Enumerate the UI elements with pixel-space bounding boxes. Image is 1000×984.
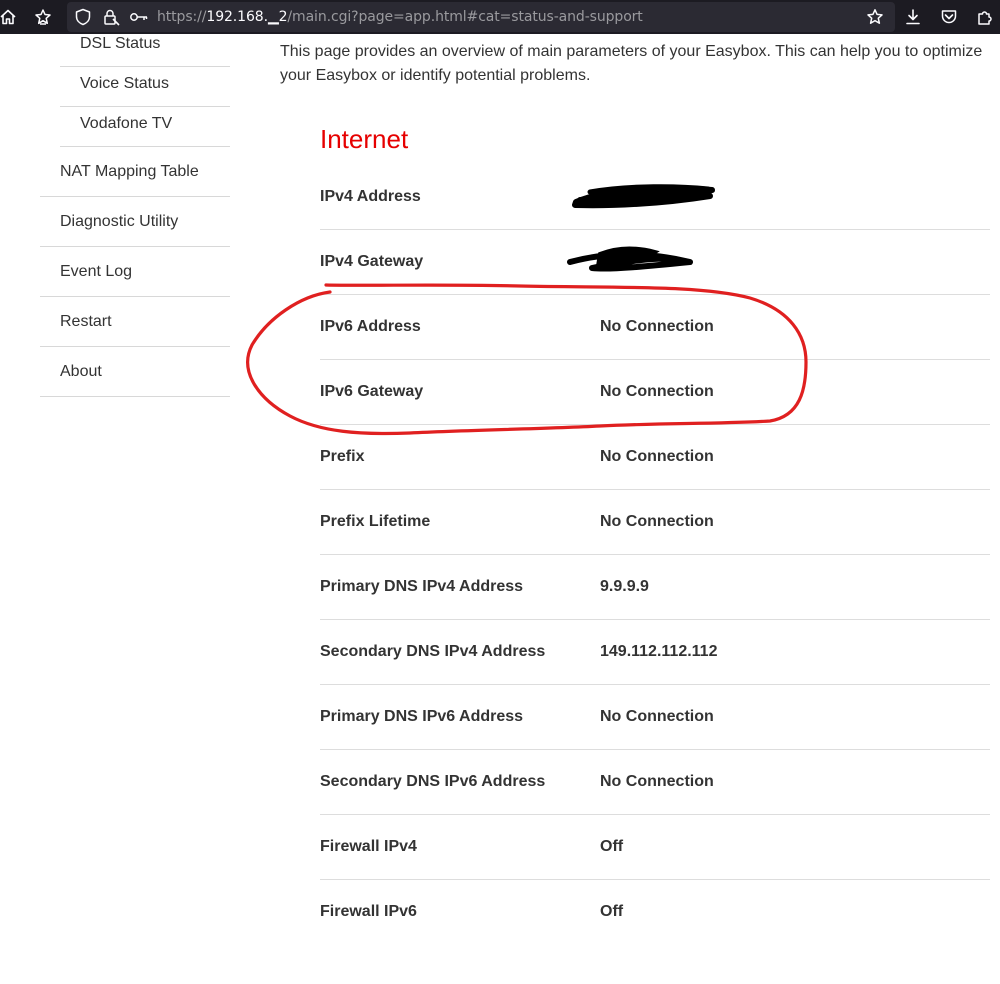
- status-row-firewall-ipv6: Firewall IPv6 Off: [320, 880, 990, 945]
- status-row-primary-dns-ipv4: Primary DNS IPv4 Address 9.9.9.9: [320, 555, 990, 620]
- row-label: Prefix: [320, 448, 365, 465]
- extensions-icon[interactable]: [970, 0, 1000, 34]
- row-label: IPv4 Address: [320, 188, 421, 205]
- sidebar-item-about[interactable]: About: [40, 347, 230, 397]
- download-icon[interactable]: [898, 0, 928, 34]
- bookmark-star-icon[interactable]: [860, 0, 890, 34]
- row-value: 149.112.112.112: [600, 643, 718, 660]
- status-row-prefix-lifetime: Prefix Lifetime No Connection: [320, 490, 990, 555]
- status-row-primary-dns-ipv6: Primary DNS IPv6 Address No Connection: [320, 685, 990, 750]
- row-value: Off: [600, 903, 624, 920]
- url-redacted-mark: ▁: [267, 9, 279, 25]
- row-value: Off: [600, 838, 624, 855]
- status-row-firewall-ipv4: Firewall IPv4 Off: [320, 815, 990, 880]
- row-label: Firewall IPv4: [320, 838, 417, 855]
- status-row-ipv6-address: IPv6 Address No Connection: [320, 295, 990, 360]
- sidebar-item-label: About: [60, 363, 102, 380]
- row-value: 9.9.9.9: [600, 578, 649, 595]
- row-label: Primary DNS IPv4 Address: [320, 578, 524, 595]
- sidebar-item-label: Vodafone TV: [80, 115, 173, 132]
- row-label: IPv6 Gateway: [320, 383, 424, 400]
- status-row-ipv6-gateway: IPv6 Gateway No Connection: [320, 360, 990, 425]
- sidebar-item-vodafone-tv[interactable]: Vodafone TV: [60, 107, 230, 147]
- sidebar-item-event-log[interactable]: Event Log: [40, 247, 230, 297]
- status-row-prefix: Prefix No Connection: [320, 425, 990, 490]
- row-value: No Connection: [600, 708, 714, 725]
- sidebar-item-label: Voice Status: [80, 75, 169, 92]
- row-label: Primary DNS IPv6 Address: [320, 708, 524, 725]
- row-value: No Connection: [600, 383, 714, 400]
- page-intro: This page provides an overview of main p…: [280, 43, 983, 84]
- row-label: IPv4 Gateway: [320, 253, 424, 270]
- row-value: No Connection: [600, 513, 714, 530]
- row-label: Secondary DNS IPv6 Address: [320, 773, 546, 790]
- sidebar-item-voice-status[interactable]: Voice Status: [60, 67, 230, 107]
- section-title-internet: Internet: [320, 124, 409, 154]
- row-value: No Connection: [600, 448, 714, 465]
- sidebar-item-label: Diagnostic Utility: [60, 213, 179, 230]
- row-label: Firewall IPv6: [320, 903, 417, 920]
- home-icon[interactable]: [0, 0, 23, 34]
- status-row-secondary-dns-ipv6: Secondary DNS IPv6 Address No Connection: [320, 750, 990, 815]
- status-row-ipv4-gateway: IPv4 Gateway: [320, 230, 990, 295]
- row-label: IPv6 Address: [320, 318, 421, 335]
- status-row-secondary-dns-ipv4: Secondary DNS IPv4 Address 149.112.112.1…: [320, 620, 990, 685]
- pocket-icon[interactable]: [934, 0, 964, 34]
- sidebar-item-label: DSL Status: [80, 35, 161, 52]
- row-label: Prefix Lifetime: [320, 513, 431, 530]
- sidebar-item-label: Event Log: [60, 263, 133, 280]
- sidebar-item-nat-mapping-table[interactable]: NAT Mapping Table: [40, 147, 230, 197]
- row-value: No Connection: [600, 318, 714, 335]
- sidebar-item-label: Restart: [60, 313, 112, 330]
- sidebar-item-restart[interactable]: Restart: [40, 297, 230, 347]
- row-label: Secondary DNS IPv4 Address: [320, 643, 546, 660]
- sidebar-item-label: NAT Mapping Table: [60, 163, 199, 180]
- sidebar-item-diagnostic-utility[interactable]: Diagnostic Utility: [40, 197, 230, 247]
- sidebar-item-dsl-status[interactable]: DSL Status: [60, 27, 230, 67]
- extensions-puzzle-icon[interactable]: [28, 0, 58, 34]
- row-value: No Connection: [600, 773, 714, 790]
- status-row-ipv4-address: IPv4 Address: [320, 165, 990, 230]
